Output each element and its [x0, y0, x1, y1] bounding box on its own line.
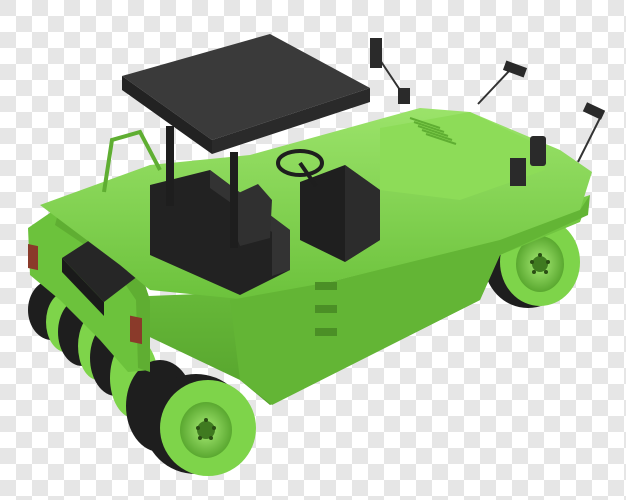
image-stage [0, 0, 626, 500]
rear-lamp-left [28, 243, 38, 271]
lug-nut [538, 253, 542, 257]
front-lamp-left [510, 158, 526, 186]
canopy-post-right [230, 152, 238, 248]
road-roller-illustration [0, 0, 626, 500]
side-vent [315, 282, 337, 290]
front-lamp-right [530, 136, 546, 166]
rear-lamp-right [130, 315, 142, 345]
canopy-post-left [166, 126, 174, 206]
